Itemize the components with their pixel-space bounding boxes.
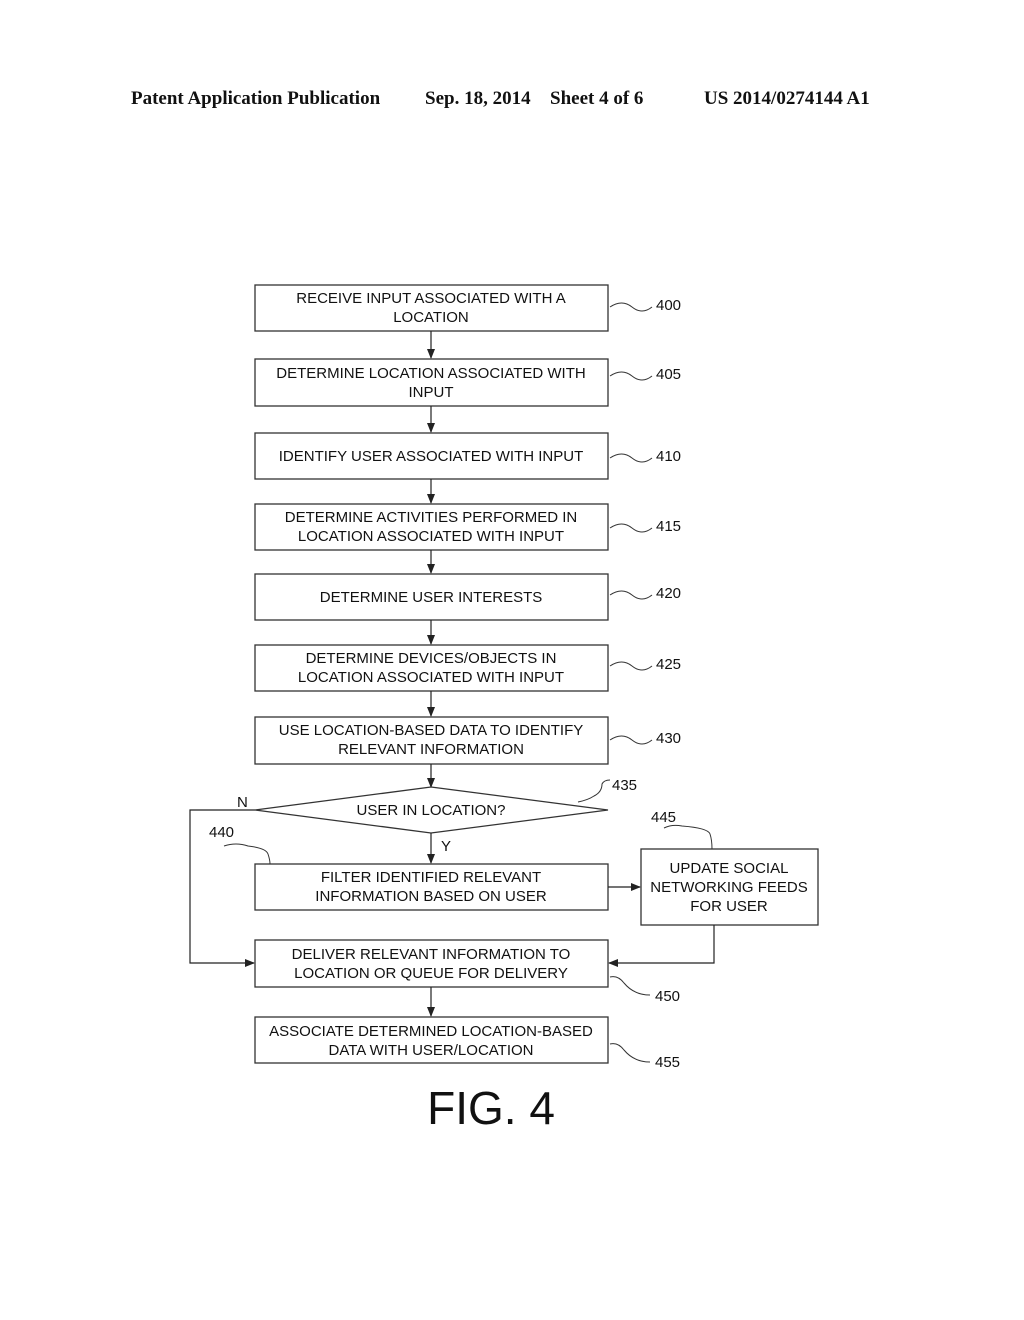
step-410-line-1: IDENTIFY USER ASSOCIATED WITH INPUT [279,448,583,465]
step-445-box: UPDATE SOCIAL NETWORKING FEEDS FOR USER [640,848,819,926]
step-455-line-2: DATA WITH USER/LOCATION [328,1042,533,1059]
ref-435: 435 [612,777,637,794]
decision-435-diamond: USER IN LOCATION? [254,786,609,834]
step-425-box: DETERMINE DEVICES/OBJECTS IN LOCATION AS… [254,644,609,692]
step-400-box: RECEIVE INPUT ASSOCIATED WITH A LOCATION [254,284,609,332]
step-420-line-1: DETERMINE USER INTERESTS [320,589,543,606]
ref-420: 420 [656,585,681,602]
step-440-box: FILTER IDENTIFIED RELEVANT INFORMATION B… [254,863,609,911]
leader-line-435 [577,779,611,803]
yes-label: Y [441,838,451,855]
leader-line-410 [609,453,653,463]
leader-line-405 [609,371,653,381]
leader-line-420 [609,590,653,600]
leader-line-445 [663,824,713,850]
step-405-line-1: DETERMINE LOCATION ASSOCIATED WITH [276,365,585,382]
step-455-line-1: ASSOCIATE DETERMINED LOCATION-BASED [269,1023,593,1040]
leader-line-440 [223,843,271,865]
ref-455: 455 [655,1054,680,1071]
step-430-line-1: USE LOCATION-BASED DATA TO IDENTIFY [279,722,584,739]
step-430-box: USE LOCATION-BASED DATA TO IDENTIFY RELE… [254,716,609,765]
leader-line-400 [609,302,653,312]
step-415-line-2: LOCATION ASSOCIATED WITH INPUT [298,528,564,545]
step-445-line-3: FOR USER [690,898,768,915]
step-425-line-2: LOCATION ASSOCIATED WITH INPUT [298,669,564,686]
step-450-box: DELIVER RELEVANT INFORMATION TO LOCATION… [254,939,609,988]
ref-415: 415 [656,518,681,535]
ref-450: 450 [655,988,680,1005]
step-450-line-2: LOCATION OR QUEUE FOR DELIVERY [294,965,568,982]
step-400-line-1: RECEIVE INPUT ASSOCIATED WITH A [296,290,566,307]
ref-445: 445 [651,809,676,826]
leader-line-415 [609,523,653,533]
ref-430: 430 [656,730,681,747]
step-415-box: DETERMINE ACTIVITIES PERFORMED IN LOCATI… [254,503,609,551]
figure-label: FIG. 4 [427,1082,555,1134]
leader-line-425 [609,661,653,671]
step-405-box: DETERMINE LOCATION ASSOCIATED WITH INPUT [254,358,609,407]
step-410-box: IDENTIFY USER ASSOCIATED WITH INPUT [254,432,609,480]
leader-line-455 [609,1043,651,1063]
ref-425: 425 [656,656,681,673]
step-405-line-2: INPUT [409,384,454,401]
step-445-line-2: NETWORKING FEEDS [650,879,808,896]
step-455-box: ASSOCIATE DETERMINED LOCATION-BASED DATA… [254,1016,609,1064]
ref-410: 410 [656,448,681,465]
ref-400: 400 [656,297,681,314]
leader-line-450 [609,976,651,996]
step-440-line-2: INFORMATION BASED ON USER [315,888,547,905]
step-450-line-1: DELIVER RELEVANT INFORMATION TO [292,946,571,963]
decision-435-text: USER IN LOCATION? [357,802,506,819]
step-400-line-2: LOCATION [393,309,469,326]
step-430-line-2: RELEVANT INFORMATION [338,741,524,758]
step-425-line-1: DETERMINE DEVICES/OBJECTS IN [306,650,557,667]
ref-405: 405 [656,366,681,383]
leader-line-430 [609,735,653,745]
step-440-line-1: FILTER IDENTIFIED RELEVANT [321,869,541,886]
arrow-445-450 [608,925,715,967]
no-label: N [237,794,248,811]
step-420-box: DETERMINE USER INTERESTS [254,573,609,621]
ref-440: 440 [209,824,234,841]
step-445-line-1: UPDATE SOCIAL [670,860,789,877]
flowchart-diagram: RECEIVE INPUT ASSOCIATED WITH A LOCATION… [189,284,819,1134]
step-415-line-1: DETERMINE ACTIVITIES PERFORMED IN [285,509,578,526]
